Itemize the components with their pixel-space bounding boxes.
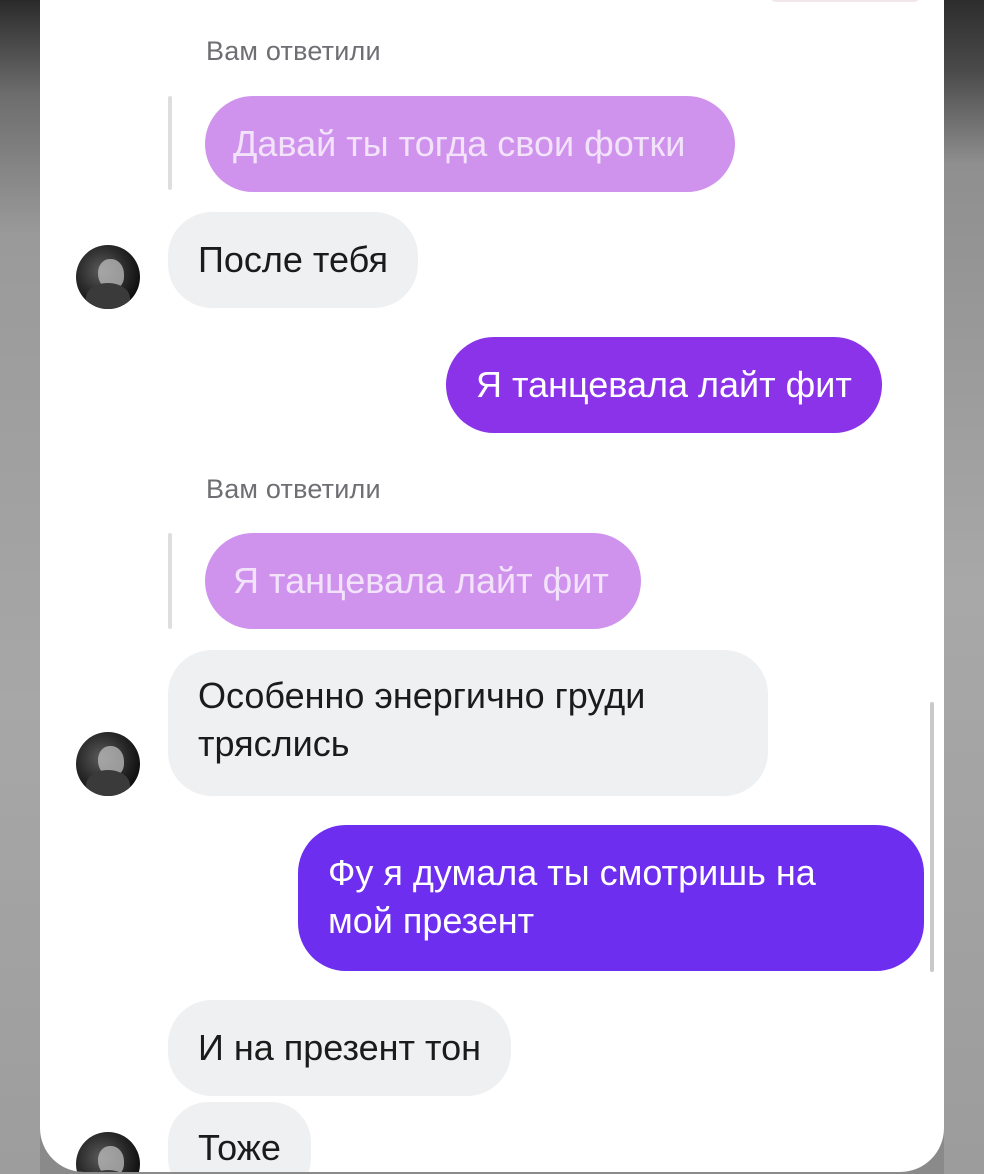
reply-label: Вам ответили (206, 36, 381, 66)
incoming-message-text: Тоже (198, 1127, 281, 1168)
backdrop-left (0, 0, 40, 1174)
outgoing-message-text: Я танцевала лайт фит (476, 364, 852, 405)
reply-label: Вам ответили (206, 474, 381, 504)
quote-bar (168, 96, 172, 190)
outgoing-message-line: Фу я думала ты смотришь на (328, 852, 816, 893)
incoming-message[interactable]: Тоже (168, 1102, 311, 1172)
quoted-message-text: Я танцевала лайт фит (233, 560, 609, 601)
quoted-message[interactable]: Давай ты тогда свои фотки (205, 96, 735, 192)
previous-message-edge (770, 0, 920, 2)
incoming-message-text: И на презент тон (198, 1027, 482, 1068)
quoted-message[interactable]: Я танцевала лайт фит (205, 533, 641, 629)
outgoing-message-line: мой презент (328, 900, 535, 941)
outgoing-message[interactable]: Я танцевала лайт фит (446, 337, 882, 433)
incoming-message-line: тряслись (198, 723, 350, 764)
incoming-message[interactable]: И на презент тон (168, 1000, 512, 1096)
scrollbar[interactable] (930, 702, 934, 972)
incoming-message[interactable]: Особенно энергично груди тряслись (168, 650, 768, 796)
quote-bar (168, 533, 172, 629)
incoming-message[interactable]: После тебя (168, 212, 418, 308)
backdrop-right (944, 0, 984, 1174)
avatar[interactable] (76, 1132, 140, 1172)
incoming-message-line: Особенно энергично груди (198, 675, 646, 716)
quoted-message-text: Давай ты тогда свои фотки (233, 123, 686, 164)
avatar[interactable] (76, 245, 140, 309)
incoming-message-text: После тебя (198, 239, 388, 280)
avatar[interactable] (76, 732, 140, 796)
outgoing-message[interactable]: Фу я думала ты смотришь на мой презент (298, 825, 924, 971)
chat-panel: Вам ответили Давай ты тогда свои фотки П… (40, 0, 944, 1172)
